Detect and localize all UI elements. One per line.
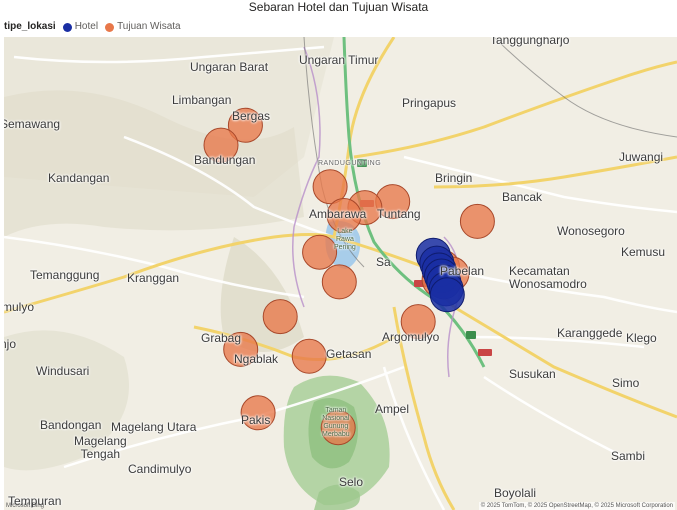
chart-title: Sebaran Hotel dan Tujuan Wisata	[248, 0, 429, 14]
map-canvas[interactable]: Tanggungharjo Ungaran Barat Ungaran Timu…	[4, 37, 677, 510]
place-label: Temanggung	[30, 268, 100, 282]
place-label: Juwangi	[619, 150, 664, 164]
park-label: Taman Nasional Gunung Merbabu	[322, 407, 350, 438]
wisata-marker[interactable]	[291, 338, 327, 374]
legend-hotel-label[interactable]: Hotel	[75, 21, 98, 33]
place-label: Pakis	[241, 413, 271, 427]
legend-title: tipe_lokasi	[4, 21, 56, 32]
place-label: Argomulyo	[382, 330, 440, 344]
place-label: Boyolali	[494, 486, 537, 500]
place-label: Magelang Tengah	[74, 434, 127, 461]
place-label: Bandongan	[40, 418, 102, 432]
place-label: Sambi	[611, 449, 646, 463]
legend-hotel-swatch	[62, 22, 72, 32]
place-label: Magelang Utara	[111, 420, 197, 434]
place-label: Ngablak	[234, 352, 279, 366]
legend-wisata-swatch	[105, 22, 115, 32]
place-label: Tanggungharjo	[490, 37, 570, 47]
place-label: Pabelan	[440, 264, 485, 278]
wisata-marker[interactable]	[302, 234, 338, 270]
place-label: Bandungan	[194, 153, 256, 167]
wisata-marker[interactable]	[321, 264, 357, 300]
hotel-marker[interactable]	[429, 277, 465, 313]
lake-label: Lake Rawa Pening	[334, 228, 356, 251]
place-label: Kandangan	[48, 171, 110, 185]
bing-logo: Microsoft Bing	[6, 503, 45, 509]
place-label: Klego	[626, 331, 657, 345]
place-label: RANDUGUNTING	[318, 160, 382, 167]
place-label: Candimulyo	[128, 462, 192, 476]
wisata-marker[interactable]	[262, 299, 298, 335]
place-label: Wonosegoro	[557, 224, 625, 238]
place-label: Getasan	[326, 347, 372, 361]
place-label: Ungaran Barat	[190, 60, 269, 74]
legend: tipe_lokasi Hotel Tujuan Wisata	[4, 21, 185, 33]
map-attribution[interactable]: © 2025 TomTom, © 2025 OpenStreetMap, © 2…	[478, 502, 675, 510]
place-label: njo	[4, 337, 17, 351]
place-label: Kecamatan Wonosamodro	[509, 264, 587, 291]
place-label: Bergas	[232, 109, 271, 123]
place-label: Windusari	[36, 364, 90, 378]
place-label: Sa	[376, 255, 391, 269]
place-label: Simo	[612, 376, 640, 390]
place-label: Ambarawa	[309, 207, 367, 221]
wisata-marker[interactable]	[459, 203, 495, 239]
place-label: Bringin	[435, 171, 473, 185]
place-label: Bancak	[502, 190, 543, 204]
place-label: Grabag	[201, 331, 242, 345]
place-label: Tuntang	[377, 207, 421, 221]
place-label: Limbangan	[172, 93, 232, 107]
legend-wisata-label[interactable]: Tujuan Wisata	[117, 21, 181, 33]
place-label: Semawang	[4, 117, 61, 131]
place-label: Selo	[339, 475, 364, 489]
place-label: Pringapus	[402, 96, 457, 110]
place-label: Karanggede	[557, 326, 623, 340]
place-label: Susukan	[509, 367, 556, 381]
place-label: Ampel	[375, 402, 410, 416]
place-label: mulyo	[4, 300, 35, 314]
place-label: Kranggan	[127, 271, 180, 285]
place-label: Kemusu	[621, 245, 666, 259]
place-label: Ungaran Timur	[299, 53, 379, 67]
